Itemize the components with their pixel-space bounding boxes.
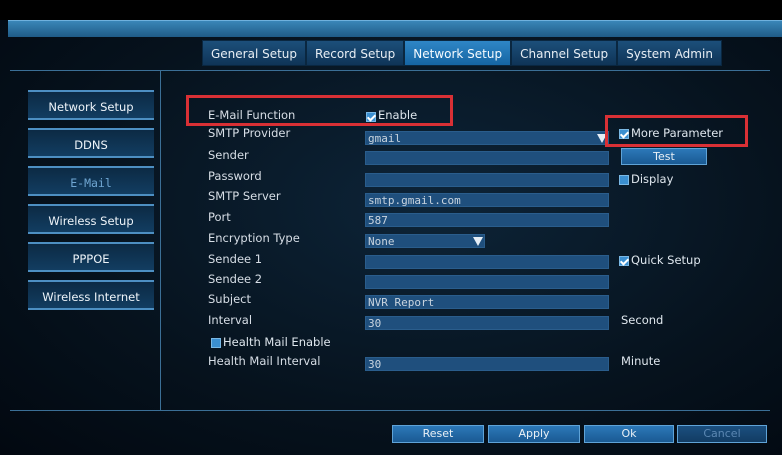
sender-input[interactable]	[365, 151, 609, 165]
ok-button[interactable]: Ok	[584, 425, 674, 443]
interval-label: Interval	[208, 313, 253, 327]
health-mail-enable-checkbox[interactable]	[211, 338, 221, 348]
sendee-2-label: Sendee 2	[208, 272, 263, 286]
tab-bar: General Setup Record Setup Network Setup…	[202, 40, 722, 66]
password-label: Password	[208, 169, 262, 183]
dvr-settings-screen: General Setup Record Setup Network Setup…	[0, 0, 782, 455]
smtp-provider-value: gmail	[368, 132, 402, 145]
display-checkbox[interactable]	[619, 175, 629, 185]
chevron-down-icon	[473, 237, 483, 246]
smtp-server-label: SMTP Server	[208, 189, 281, 203]
subject-input[interactable]: NVR Report	[365, 295, 609, 309]
health-mail-interval-label: Health Mail Interval	[208, 354, 321, 368]
title-bar	[8, 20, 782, 37]
display-label: Display	[631, 172, 674, 186]
encryption-type-select[interactable]: None	[365, 234, 485, 248]
quick-setup-label: Quick Setup	[631, 253, 701, 267]
sidebar-item-pppoe[interactable]: PPPOE	[28, 242, 154, 272]
sidebar-item-email[interactable]: E-Mail	[28, 166, 154, 196]
interval-input[interactable]: 30	[365, 316, 609, 330]
tab-channel-setup[interactable]: Channel Setup	[511, 40, 618, 66]
subject-label: Subject	[208, 292, 251, 306]
encryption-type-value: None	[368, 235, 395, 248]
tab-general-setup[interactable]: General Setup	[202, 40, 307, 66]
tab-record-setup[interactable]: Record Setup	[306, 40, 405, 66]
top-black-band	[0, 0, 782, 20]
interval-unit: Second	[621, 313, 664, 327]
health-mail-interval-input[interactable]: 30	[365, 357, 609, 371]
sidebar-item-wireless-setup[interactable]: Wireless Setup	[28, 204, 154, 234]
sidebar-item-wireless-internet[interactable]: Wireless Internet	[28, 280, 154, 310]
health-mail-interval-unit: Minute	[621, 354, 661, 368]
sidebar-item-ddns[interactable]: DDNS	[28, 128, 154, 158]
password-input[interactable]	[365, 173, 609, 187]
sidebar-item-network-setup[interactable]: Network Setup	[28, 90, 154, 120]
smtp-provider-select[interactable]: gmail	[365, 131, 609, 145]
sendee-1-input[interactable]	[365, 255, 609, 269]
sendee-2-input[interactable]	[365, 275, 609, 289]
tab-network-setup[interactable]: Network Setup	[404, 40, 512, 66]
sendee-1-label: Sendee 1	[208, 252, 263, 266]
port-label: Port	[208, 210, 231, 224]
quick-setup-checkbox[interactable]	[619, 256, 629, 266]
test-button[interactable]: Test	[621, 148, 707, 165]
sender-label: Sender	[208, 148, 249, 162]
top-divider	[10, 70, 770, 71]
health-mail-enable-label: Health Mail Enable	[223, 335, 331, 349]
apply-button[interactable]: Apply	[488, 425, 580, 443]
reset-button[interactable]: Reset	[392, 425, 484, 443]
port-input[interactable]: 587	[365, 213, 609, 227]
tab-system-admin[interactable]: System Admin	[617, 40, 722, 66]
email-function-highlight	[186, 95, 453, 126]
bottom-divider	[10, 410, 770, 411]
smtp-server-input[interactable]: smtp.gmail.com	[365, 193, 609, 207]
cancel-button[interactable]: Cancel	[677, 425, 767, 443]
encryption-type-label: Encryption Type	[208, 231, 300, 245]
sidebar-divider	[160, 70, 161, 410]
more-parameter-highlight	[605, 115, 748, 147]
smtp-provider-label: SMTP Provider	[208, 126, 291, 140]
